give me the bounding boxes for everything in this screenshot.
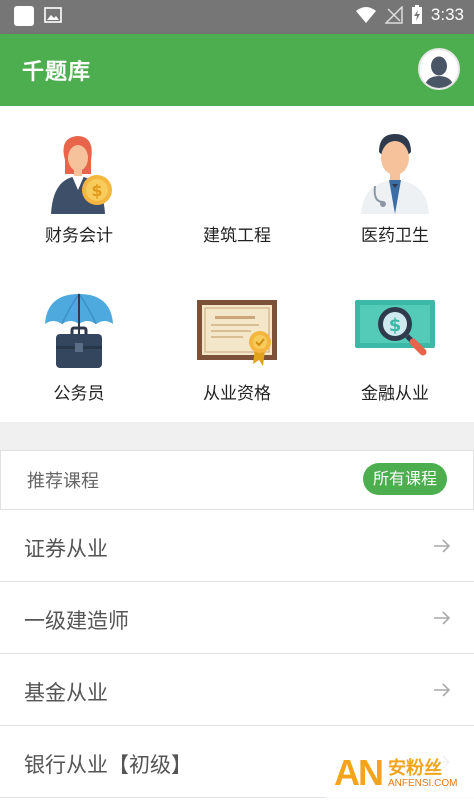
recommended-title: 推荐课程	[27, 471, 99, 492]
category-accounting[interactable]: $ 财务会计	[0, 106, 158, 256]
status-bar: 3:33	[0, 0, 474, 34]
accountant-icon: $	[51, 136, 112, 214]
course-label: 证券从业	[24, 537, 108, 561]
arrow-right-icon	[434, 611, 451, 625]
category-label: 公务员	[53, 384, 105, 404]
category-label: 从业资格	[203, 384, 271, 404]
category-finance[interactable]: $ 金融从业	[316, 264, 474, 414]
notification-icon	[14, 6, 34, 26]
category-construction[interactable]: 建筑工程	[158, 106, 316, 256]
category-label: 医药卫生	[361, 226, 429, 246]
course-row[interactable]: 基金从业	[0, 654, 474, 726]
avatar[interactable]	[418, 48, 460, 90]
recommended-header: 推荐课程 所有课程	[0, 450, 474, 510]
category-label: 金融从业	[361, 384, 429, 404]
app-title: 千题库	[22, 60, 92, 85]
course-label: 一级建造师	[24, 609, 129, 633]
wifi-icon	[355, 7, 376, 23]
battery-charging-icon	[411, 5, 422, 24]
watermark-en: ANFENSI.COM	[388, 778, 458, 789]
civil-servant-umbrella-icon	[45, 293, 113, 368]
section-divider	[0, 422, 474, 450]
course-row[interactable]: 一级建造师	[0, 582, 474, 654]
watermark-logo: AN 安粉丝 ANFENSI.COM	[326, 748, 474, 800]
watermark-cn: 安粉丝	[388, 758, 442, 779]
category-label: 建筑工程	[203, 226, 271, 246]
category-medical[interactable]: 医药卫生	[316, 106, 474, 256]
category-civil-servant[interactable]: 公务员	[0, 264, 158, 414]
certificate-icon	[197, 300, 277, 366]
svg-text:$: $	[389, 315, 402, 336]
watermark-brand: AN	[334, 752, 384, 793]
category-label: 财务会计	[45, 226, 113, 246]
category-qualification[interactable]: 从业资格	[158, 264, 316, 414]
app-bar: 千题库	[0, 34, 474, 106]
all-courses-button[interactable]: 所有课程	[362, 463, 447, 495]
doctor-icon	[361, 134, 429, 214]
course-row[interactable]: 证券从业	[0, 510, 474, 582]
status-time: 3:33	[430, 5, 464, 24]
svg-text:$: $	[91, 181, 102, 200]
finance-magnifier-icon: $	[355, 300, 435, 356]
category-grid: $ 财务会计 建筑工程 医药卫生 公务员 从业资格 $ 金融从业	[0, 106, 474, 422]
arrow-right-icon	[434, 683, 451, 697]
signal-off-icon	[384, 6, 403, 24]
arrow-right-icon	[434, 539, 451, 553]
course-label: 基金从业	[24, 681, 108, 705]
user-avatar-icon	[420, 50, 458, 88]
image-notification-icon	[44, 7, 62, 23]
course-label: 银行从业【初级】	[24, 753, 192, 777]
